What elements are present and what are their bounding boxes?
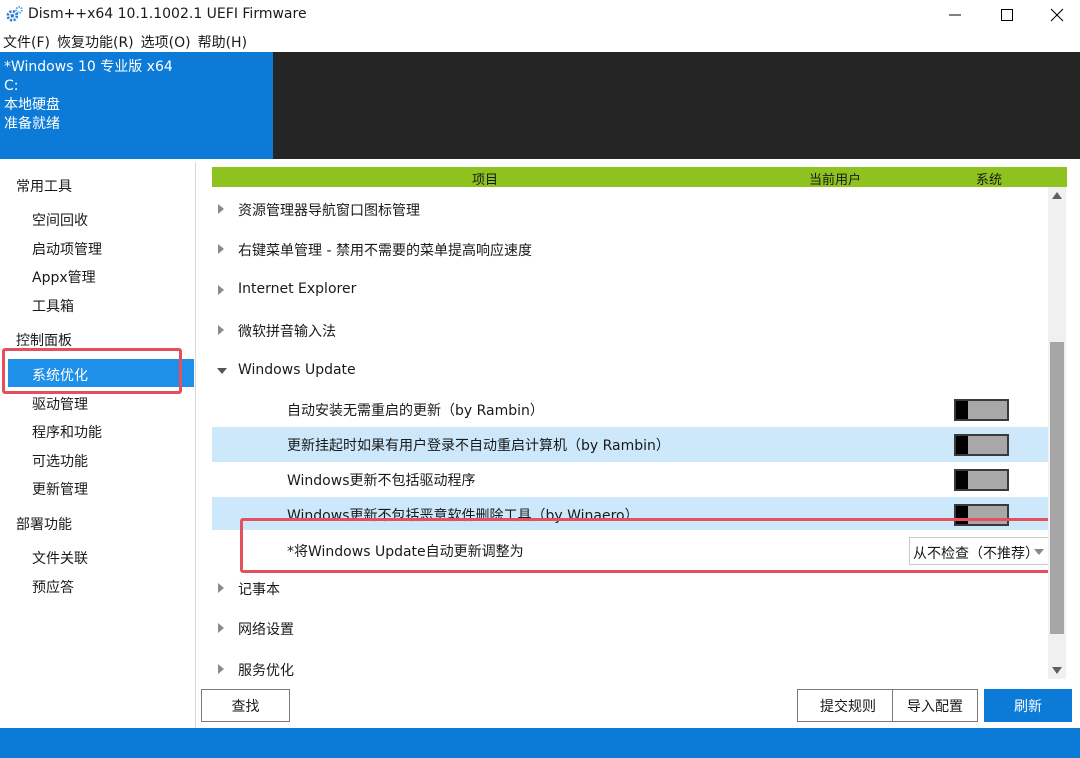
sidebar-group-control-panel: 控制面板 — [16, 333, 72, 349]
sidebar-item-programs[interactable]: 程序和功能 — [32, 422, 102, 442]
expand-arrow-icon[interactable] — [218, 285, 224, 295]
sidebar-item-optional-features[interactable]: 可选功能 — [32, 451, 88, 471]
close-button[interactable] — [1032, 0, 1080, 30]
vertical-scrollbar[interactable] — [1048, 187, 1066, 679]
minimize-icon — [949, 14, 961, 16]
table-header: 项目 当前用户 系统 — [212, 167, 1067, 188]
tree-row-context-menu[interactable]: 右键菜单管理 - 禁用不需要的菜单提高响应速度 — [212, 232, 1048, 267]
sidebar-item-drivers[interactable]: 驱动管理 — [32, 394, 88, 414]
tree-label: Internet Explorer — [238, 281, 357, 297]
list-item: 自动安装无需重启的更新（by Rambin） — [212, 392, 1048, 427]
expand-arrow-icon[interactable] — [218, 204, 224, 214]
expand-arrow-icon[interactable] — [218, 244, 224, 254]
list-item: Windows更新不包括驱动程序 — [212, 462, 1048, 497]
menu-options[interactable]: 选项(O) — [138, 30, 191, 52]
column-header-system: 系统 — [976, 173, 1003, 188]
close-icon — [1050, 8, 1064, 22]
tree-label: Windows Update — [238, 362, 356, 378]
tree-label: 右键菜单管理 - 禁用不需要的菜单提高响应速度 — [238, 243, 532, 259]
drive-letter: C: — [4, 78, 19, 94]
tree-row-services[interactable]: 服务优化 — [212, 652, 1048, 682]
expand-arrow-icon[interactable] — [218, 583, 224, 593]
option-label: Windows更新不包括驱动程序 — [287, 473, 476, 489]
toggle-knob — [956, 436, 968, 454]
tree-label: 资源管理器导航窗口图标管理 — [238, 203, 420, 219]
tree-row-network[interactable]: 网络设置 — [212, 611, 1048, 646]
status-bar — [0, 728, 1080, 758]
sidebar-item-answer-file[interactable]: 预应答 — [32, 577, 74, 597]
option-label: 更新挂起时如果有用户登录不自动重启计算机（by Rambin） — [287, 438, 670, 454]
toggle-switch[interactable] — [954, 399, 1009, 421]
sidebar-group-deployment: 部署功能 — [16, 517, 72, 533]
list-item: 更新挂起时如果有用户登录不自动重启计算机（by Rambin） — [212, 427, 1048, 462]
scroll-up-icon[interactable] — [1052, 192, 1062, 199]
window-title: Dism++x64 10.1.1002.1 UEFI Firmware — [28, 6, 307, 22]
sidebar-item-file-associations[interactable]: 文件关联 — [32, 548, 88, 568]
import-config-button[interactable]: 导入配置 — [892, 689, 978, 722]
status-text: 准备就绪 — [4, 116, 60, 132]
title-bar: Dism++x64 10.1.1002.1 UEFI Firmware — [0, 0, 1080, 30]
expand-arrow-icon[interactable] — [218, 623, 224, 633]
dark-panel — [273, 52, 1080, 159]
expand-arrow-icon[interactable] — [218, 664, 224, 674]
gear-icon — [6, 6, 23, 22]
expand-arrow-icon[interactable] — [218, 325, 224, 335]
image-info-panel[interactable]: *Windows 10 专业版 x64 C: 本地硬盘 准备就绪 — [0, 52, 273, 159]
tree-label: 网络设置 — [238, 622, 294, 638]
menu-bar: 文件(F) 恢复功能(R) 选项(O) 帮助(H) — [0, 30, 1080, 52]
column-header-current-user: 当前用户 — [809, 173, 862, 188]
highlight-box-sidebar — [2, 348, 182, 394]
sidebar-item-updates[interactable]: 更新管理 — [32, 479, 88, 499]
tree-label: 服务优化 — [238, 663, 294, 679]
tree-label: 记事本 — [238, 582, 280, 598]
minimize-button[interactable] — [930, 0, 980, 30]
scroll-thumb[interactable] — [1050, 342, 1064, 634]
toggle-knob — [956, 401, 968, 419]
sidebar-item-toolbox[interactable]: 工具箱 — [32, 296, 74, 316]
toggle-knob — [956, 471, 968, 489]
option-label: 自动安装无需重启的更新（by Rambin） — [287, 403, 544, 419]
tree-label: 微软拼音输入法 — [238, 324, 336, 340]
sidebar: 常用工具 空间回收 启动项管理 Appx管理 工具箱 控制面板 系统优化 驱动管… — [0, 162, 196, 728]
tree-row-explorer-nav[interactable]: 资源管理器导航窗口图标管理 — [212, 192, 1048, 227]
collapse-arrow-icon[interactable] — [217, 368, 227, 374]
sidebar-item-appx[interactable]: Appx管理 — [32, 267, 96, 287]
maximize-icon — [1001, 9, 1013, 21]
menu-help[interactable]: 帮助(H) — [195, 30, 247, 52]
disk-type: 本地硬盘 — [4, 97, 60, 113]
tree-row-internet-explorer[interactable]: Internet Explorer — [212, 273, 1048, 308]
sidebar-group-common-tools: 常用工具 — [16, 179, 72, 195]
toggle-switch[interactable] — [954, 434, 1009, 456]
submit-rules-button[interactable]: 提交规则 — [797, 689, 899, 722]
toggle-switch[interactable] — [954, 469, 1009, 491]
menu-file[interactable]: 文件(F) — [0, 30, 50, 52]
os-name: *Windows 10 专业版 x64 — [4, 59, 173, 75]
menu-restore[interactable]: 恢复功能(R) — [54, 30, 134, 52]
sidebar-item-startup[interactable]: 启动项管理 — [32, 239, 102, 259]
find-button[interactable]: 查找 — [201, 689, 290, 722]
scroll-down-icon[interactable] — [1052, 667, 1062, 674]
highlight-box-auto-update — [240, 518, 1057, 573]
maximize-button[interactable] — [982, 0, 1032, 30]
tree-row-notepad[interactable]: 记事本 — [212, 571, 1048, 606]
tree-row-windows-update[interactable]: Windows Update — [212, 354, 1048, 389]
column-header-item: 项目 — [472, 173, 499, 188]
refresh-button[interactable]: 刷新 — [984, 689, 1072, 722]
tree-row-pinyin[interactable]: 微软拼音输入法 — [212, 313, 1048, 348]
sidebar-item-space-recovery[interactable]: 空间回收 — [32, 210, 88, 230]
